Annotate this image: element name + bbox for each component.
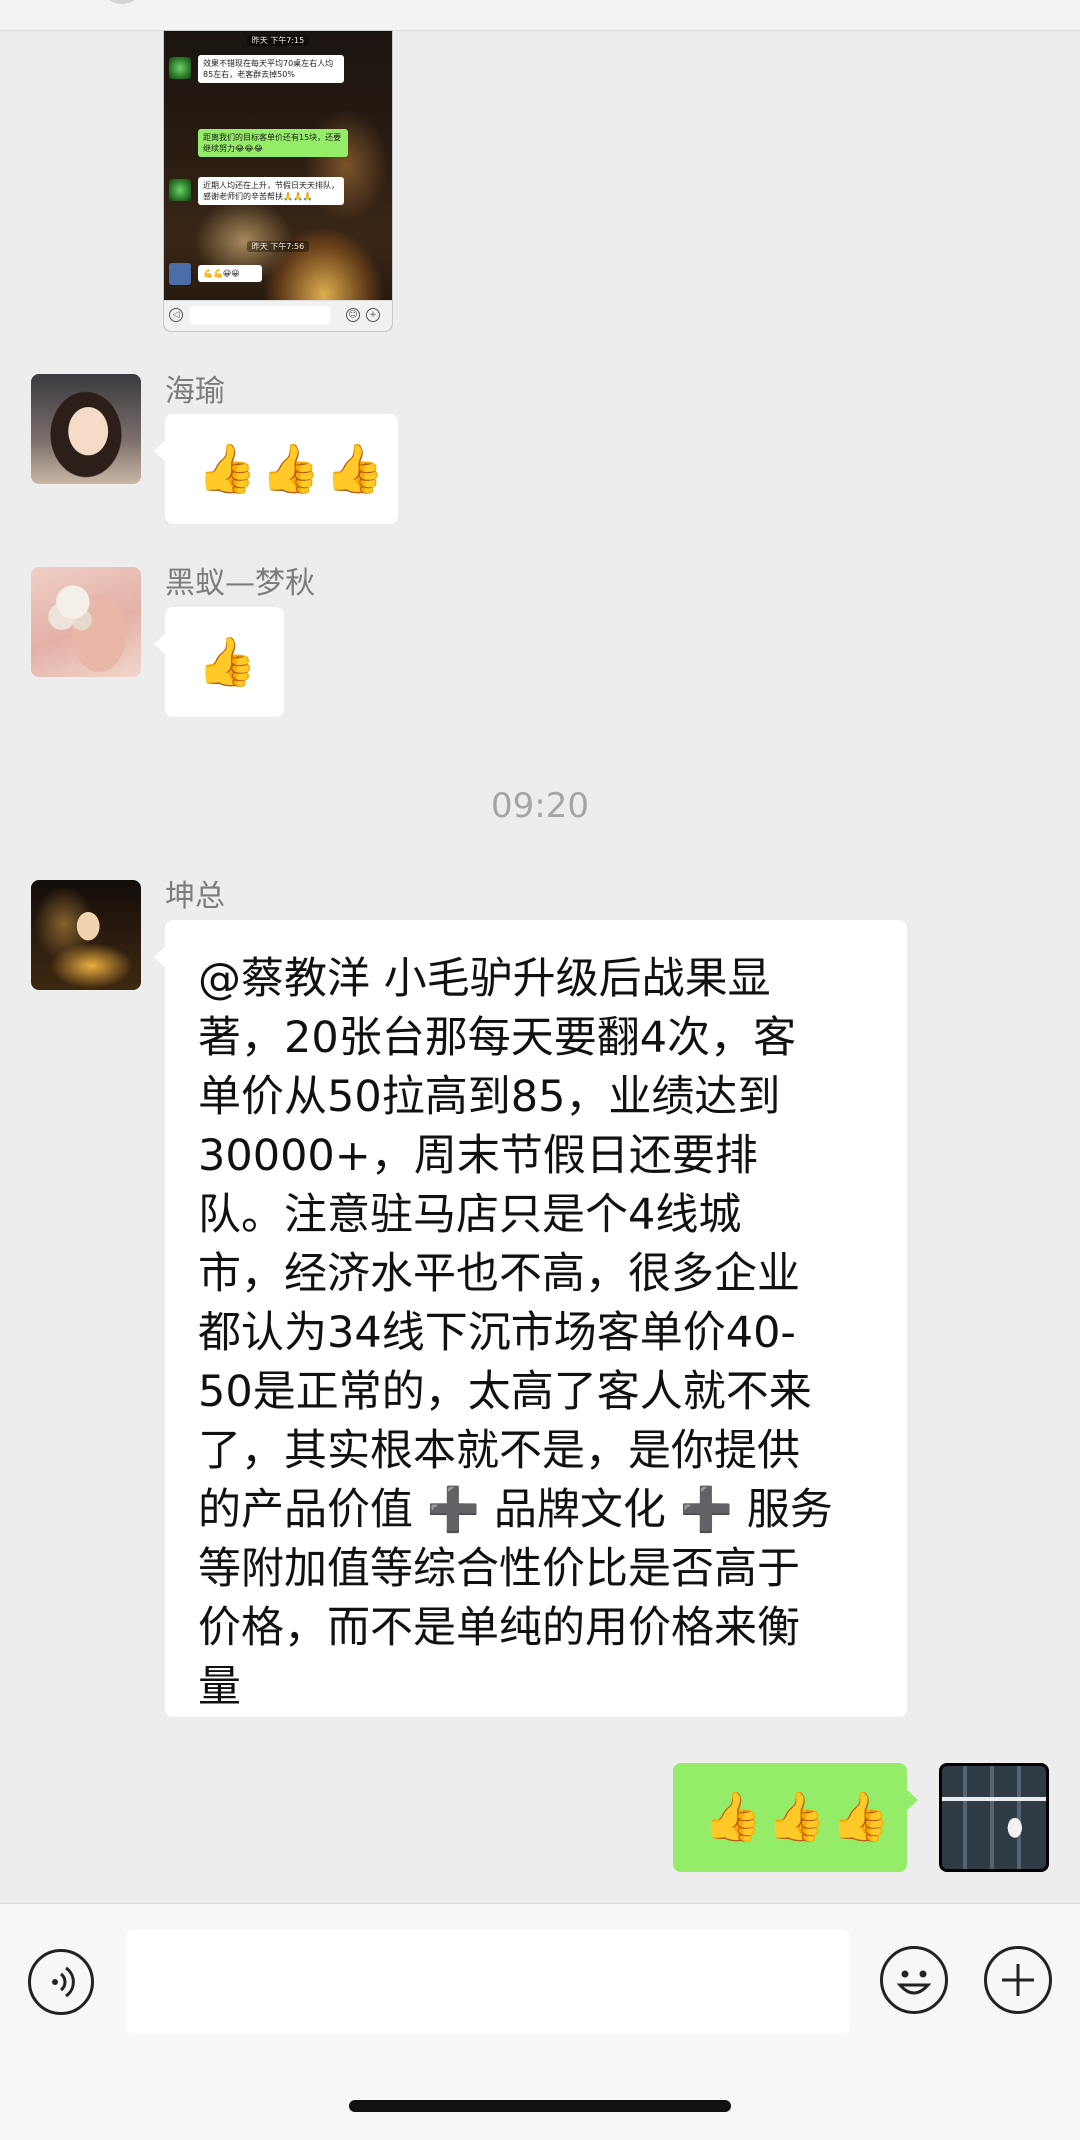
plus-icon[interactable] — [984, 1946, 1052, 2014]
shot-message: 效果不错现在每天平均70桌左右人均85左右，老客群去掉50% — [198, 55, 344, 83]
sender-name: 海瑜 — [165, 374, 225, 409]
thumbs-up-emoji: 👍👍👍 — [703, 1789, 895, 1845]
thumbs-up-emoji: 👍👍👍 — [197, 441, 389, 497]
time-divider: 09:20 — [491, 786, 589, 826]
thumbs-up-emoji: 👍 — [197, 634, 261, 690]
avatar[interactable] — [31, 374, 141, 484]
top-nub — [100, 0, 144, 4]
shot-message: 距离我们的目标客单价还有15块，还要继续努力😂😂😂 — [198, 129, 348, 157]
shot-avatar — [169, 263, 191, 285]
sender-name: 坤总 — [165, 879, 225, 914]
shot-input — [190, 306, 330, 325]
avatar[interactable] — [31, 567, 141, 677]
shot-plus-icon: + — [366, 308, 380, 322]
shot-avatar — [169, 57, 191, 79]
shot-avatar — [169, 179, 191, 201]
message-bubble[interactable]: @蔡教洋 小毛驴升级后战果显 著，20张台那每天要翻4次，客 单价从50拉高到8… — [154, 920, 907, 1717]
emoji-icon[interactable] — [880, 1946, 948, 2014]
home-indicator[interactable] — [349, 2100, 731, 2112]
shot-timestamp: 昨天 下午7:15 — [164, 35, 392, 46]
shot-message: 近期人均还在上升，节假日天天排队，感谢老师们的辛苦帮扶🙏🙏🙏 — [198, 177, 344, 205]
message-bubble[interactable]: 👍 — [154, 607, 284, 717]
message-bubble[interactable]: 👍👍👍 — [154, 414, 398, 524]
my-message-bubble[interactable]: 👍👍👍 — [673, 1763, 918, 1872]
emoji-icon-glyph — [896, 1970, 932, 1995]
voice-icon[interactable] — [28, 1949, 94, 2015]
my-avatar[interactable] — [939, 1763, 1049, 1872]
top-bar-edge — [0, 0, 1080, 31]
voice-icon-glyph — [52, 1966, 75, 1998]
sender-name: 黑蚁—梦秋 — [165, 566, 315, 601]
shot-voice-icon: ◁ — [169, 308, 183, 322]
plus-icon-glyph — [1002, 1964, 1034, 1996]
message-input[interactable] — [126, 1930, 850, 2034]
shot-timestamp: 昨天 下午7:56 — [164, 241, 392, 252]
message-text: @蔡教洋 小毛驴升级后战果显 著，20张台那每天要翻4次，客 单价从50拉高到8… — [198, 954, 833, 1712]
shared-screenshot-image[interactable]: 昨天 下午7:15 效果不错现在每天平均70桌左右人均85左右，老客群去掉50%… — [163, 30, 393, 332]
shot-emoji-icon: ☺ — [346, 308, 360, 322]
avatar[interactable] — [31, 880, 141, 990]
shot-message: 💪💪😀😀 — [198, 265, 262, 282]
shot-input-bar: ◁ ☺ + — [164, 300, 392, 331]
